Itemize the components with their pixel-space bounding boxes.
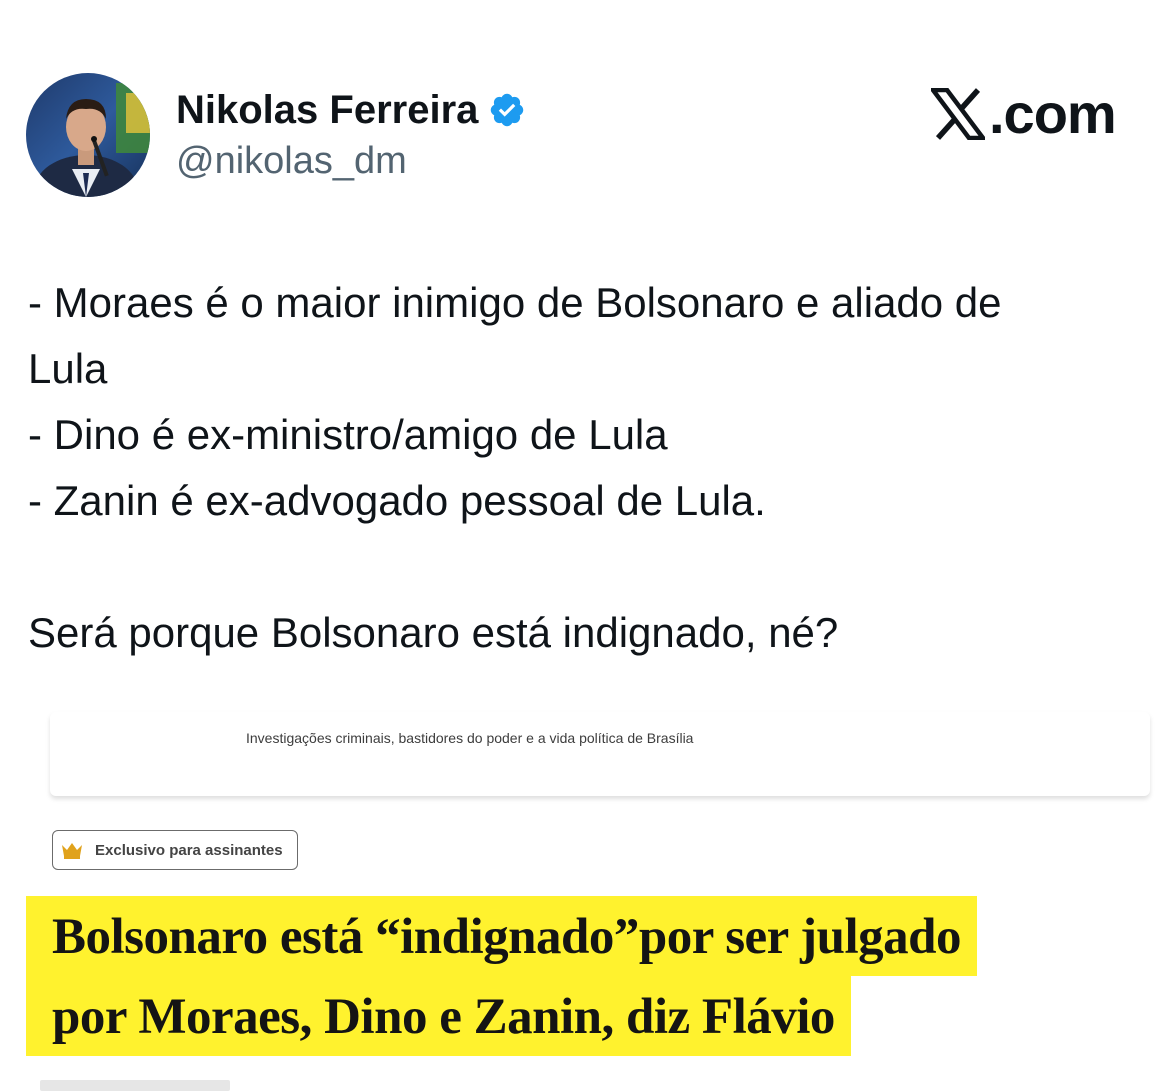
tweet-line: Lula [28, 345, 108, 392]
tweet-line: - Dino é ex-ministro/amigo de Lula [28, 411, 668, 458]
article-footer-fragment [40, 1080, 230, 1091]
profile-photo [26, 73, 150, 197]
crown-icon [61, 841, 83, 859]
avatar[interactable] [26, 73, 150, 197]
x-logo-icon [928, 87, 988, 141]
verified-badge-icon [488, 91, 526, 129]
author-handle[interactable]: @nikolas_dm [176, 138, 407, 184]
article-headline: Bolsonaro está “indignado”por ser julgad… [26, 896, 1156, 1056]
author-name-row[interactable]: Nikolas Ferreira [176, 86, 526, 134]
headline-line: por Moraes, Dino e Zanin, diz Flávio [26, 976, 851, 1056]
author-name[interactable]: Nikolas Ferreira [176, 86, 478, 134]
exclusive-label: Exclusivo para assinantes [95, 841, 283, 859]
tweet-line: - Moraes é o maior inimigo de Bolsonaro … [28, 279, 1002, 326]
article-site-header: Investigações criminais, bastidores do p… [50, 712, 1150, 796]
exclusive-badge: Exclusivo para assinantes [52, 830, 298, 870]
brand-logo: .com [928, 82, 1117, 145]
headline-line: Bolsonaro está “indignado”por ser julgad… [26, 896, 978, 976]
brand-domain-text: .com [989, 82, 1117, 145]
tweet-line: - Zanin é ex-advogado pessoal de Lula. [28, 477, 766, 524]
tweet-text: - Moraes é o maior inimigo de Bolsonaro … [28, 270, 1153, 666]
site-tagline: Investigações criminais, bastidores do p… [246, 730, 694, 746]
attached-image[interactable]: Investigações criminais, bastidores do p… [0, 700, 1170, 1091]
tweet-line: Será porque Bolsonaro está indignado, né… [28, 609, 839, 656]
